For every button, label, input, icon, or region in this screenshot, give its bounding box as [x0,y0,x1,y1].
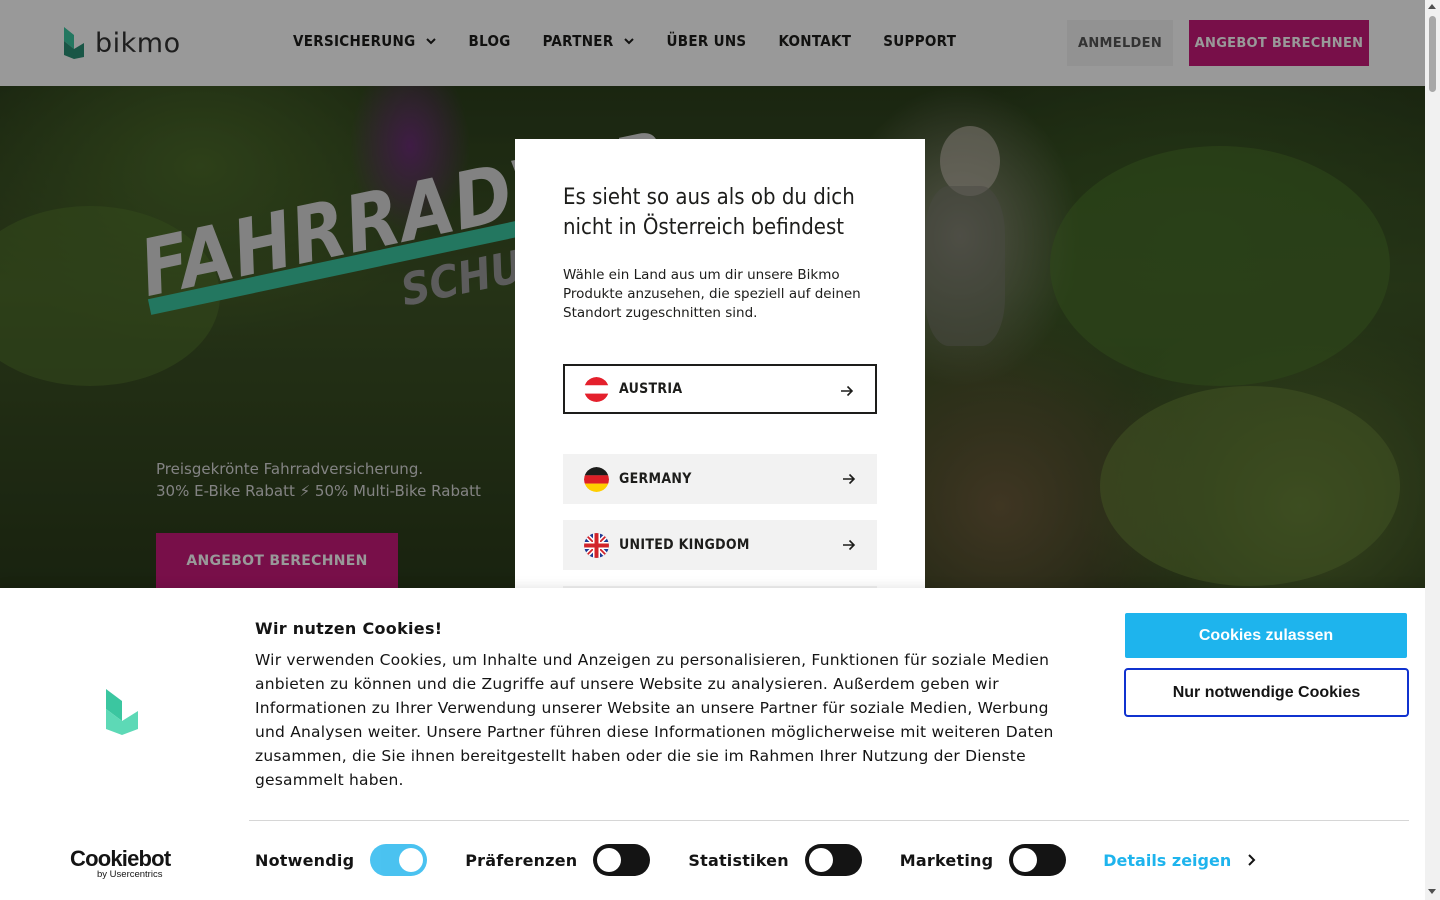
toggle-label: Notwendig [255,850,355,870]
cookie-divider [249,820,1409,821]
country-option-germany[interactable]: GERMANY [563,454,877,504]
country-label: GERMANY [619,471,692,487]
cookie-toggles: Notwendig Präferenzen Statistiken Market… [255,844,1257,876]
arrow-right-icon [841,385,854,397]
toggle-knob [808,848,833,872]
statistiken-toggle[interactable] [804,844,862,876]
arrow-right-icon [843,473,856,485]
cookie-text: Wir verwenden Cookies, um Inhalte und An… [255,651,1054,789]
allow-cookies-button[interactable]: Cookies zulassen [1125,613,1407,658]
country-option-austria[interactable]: AUSTRIA [563,364,877,414]
necessary-cookies-button[interactable]: Nur notwendige Cookies [1124,668,1409,717]
toggle-label: Präferenzen [465,850,578,870]
uk-flag-icon [584,532,609,558]
page-scrollbar[interactable] [1425,0,1440,900]
toggle-statistiken: Statistiken [688,844,862,876]
cookie-banner: Cookiebot by Usercentrics Wir nutzen Coo… [0,588,1425,900]
toggle-praeferenzen: Präferenzen [465,844,651,876]
toggle-marketing: Marketing [899,844,1067,876]
scroll-up-icon[interactable] [1428,4,1436,9]
austria-flag-icon [584,376,609,402]
country-label: UNITED KINGDOM [619,537,750,553]
details-label: Details zeigen [1103,850,1232,870]
toggle-knob [1013,848,1038,872]
country-selector-modal: Es sieht so aus als ob du dich nicht in … [515,139,925,588]
germany-flag-icon [584,466,609,492]
modal-description: Wähle ein Land aus um dir unsere Bikmo P… [563,267,861,321]
cookiebot-logo[interactable]: Cookiebot by Usercentrics [70,846,171,880]
arrow-right-icon [843,539,856,551]
toggle-notwendig: Notwendig [255,844,428,876]
marketing-toggle[interactable] [1009,844,1067,876]
details-link[interactable]: Details zeigen [1103,851,1257,870]
toggle-label: Marketing [899,850,994,870]
toggle-knob [399,848,424,872]
country-option-united-kingdom[interactable]: UNITED KINGDOM [563,520,877,570]
country-label: AUSTRIA [619,381,683,397]
scroll-down-icon[interactable] [1428,889,1436,894]
bikmo-logo-icon [106,689,138,735]
modal-title: Es sieht so aus als ob du dich nicht in … [563,185,855,240]
notwendig-toggle[interactable] [370,844,428,876]
praeferenzen-toggle[interactable] [593,844,651,876]
toggle-knob [597,848,622,872]
chevron-right-icon [1248,854,1256,866]
cookie-title: Wir nutzen Cookies! [255,619,443,638]
cookiebot-sub: by Usercentrics [97,869,163,880]
scrollbar-thumb[interactable] [1429,16,1436,92]
toggle-label: Statistiken [688,850,789,870]
